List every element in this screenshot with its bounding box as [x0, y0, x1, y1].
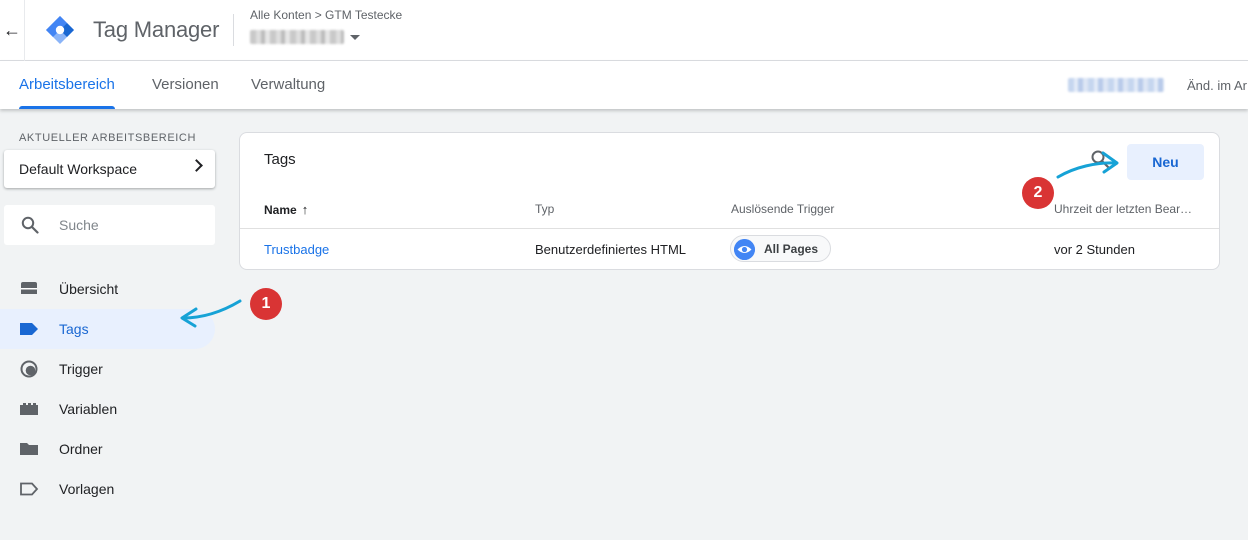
sidebar-item-folders[interactable]: Ordner — [0, 429, 215, 469]
sidebar-item-trigger[interactable]: Trigger — [0, 349, 215, 389]
workspace-changes-label: Änd. im Ar — [1187, 78, 1247, 93]
divider — [233, 14, 234, 46]
search-input[interactable] — [59, 215, 209, 235]
app-title: Tag Manager — [93, 17, 220, 42]
back-arrow-icon[interactable]: ← — [0, 14, 24, 46]
tab-verwaltung[interactable]: Verwaltung — [251, 61, 325, 109]
trigger-chip-label: All Pages — [764, 241, 819, 256]
column-header-trigger[interactable]: Auslösende Trigger — [731, 202, 834, 216]
workspace-selector[interactable]: Default Workspace — [4, 150, 215, 188]
sidebar-item-label: Übersicht — [59, 281, 119, 297]
breadcrumb[interactable]: Alle Konten > GTM Testecke — [250, 8, 402, 22]
sidebar-item-tags[interactable]: Tags — [0, 309, 215, 349]
sidebar-item-label: Variablen — [59, 401, 118, 417]
sidebar-item-label: Trigger — [59, 361, 103, 377]
tag-name-link[interactable]: Trustbadge — [264, 242, 329, 257]
tags-panel: Tags Neu Name ↑ Typ Auslösende Trigger Uh… — [239, 132, 1220, 270]
tag-last-edited: vor 2 Stunden — [1054, 242, 1135, 257]
new-tag-button[interactable]: Neu — [1127, 144, 1204, 180]
tab-versionen[interactable]: Versionen — [152, 61, 219, 109]
sidebar-item-label: Ordner — [59, 441, 103, 457]
tag-manager-logo-icon[interactable] — [44, 14, 76, 46]
divider — [24, 0, 25, 61]
sidebar-item-templates[interactable]: Vorlagen — [0, 469, 215, 509]
annotation-badge-1: 1 — [250, 288, 282, 320]
sidebar-item-label: Tags — [59, 321, 89, 337]
template-icon — [20, 482, 39, 496]
sort-ascending-icon: ↑ — [301, 202, 309, 217]
container-select[interactable] — [250, 28, 360, 46]
variables-icon — [20, 403, 38, 415]
tab-bar: Arbeitsbereich Versionen Verwaltung Änd.… — [0, 61, 1248, 109]
tag-type: Benutzerdefiniertes HTML — [535, 242, 687, 257]
trigger-icon — [20, 360, 38, 378]
column-header-name[interactable]: Name ↑ — [264, 202, 308, 217]
annotation-badge-2: 2 — [1022, 177, 1054, 209]
redacted-workspace-id — [1068, 78, 1164, 92]
sidebar-item-variables[interactable]: Variablen — [0, 389, 215, 429]
workspace-label: AKTUELLER ARBEITSBEREICH — [19, 132, 197, 144]
tag-icon — [20, 323, 38, 335]
eye-icon — [734, 239, 755, 260]
trigger-chip[interactable]: All Pages — [730, 235, 832, 262]
tab-arbeitsbereich[interactable]: Arbeitsbereich — [19, 61, 115, 109]
chevron-right-icon — [190, 159, 203, 172]
column-header-label: Name — [264, 203, 297, 217]
overview-icon — [21, 282, 37, 294]
sidebar-item-label: Vorlagen — [59, 481, 115, 497]
app-bar: ← Tag Manager Alle Konten > GTM Testecke — [0, 0, 1248, 61]
sidebar-item-overview[interactable]: Übersicht — [0, 269, 215, 309]
caret-down-icon — [350, 34, 360, 40]
search-icon[interactable] — [1090, 149, 1110, 169]
breadcrumb-text: Alle Konten > GTM Testecke — [250, 8, 403, 22]
sidebar-search[interactable] — [4, 205, 215, 245]
tags-panel-title: Tags — [264, 151, 296, 168]
redacted-container-name — [250, 30, 344, 44]
workspace-name: Default Workspace — [19, 161, 138, 177]
table-row[interactable]: Trustbadge Benutzerdefiniertes HTML All … — [240, 229, 1219, 269]
column-header-type[interactable]: Typ — [535, 202, 554, 216]
search-icon — [21, 216, 39, 234]
column-header-last-edited[interactable]: Uhrzeit der letzten Bear… — [1054, 202, 1192, 216]
folder-icon — [20, 443, 38, 455]
